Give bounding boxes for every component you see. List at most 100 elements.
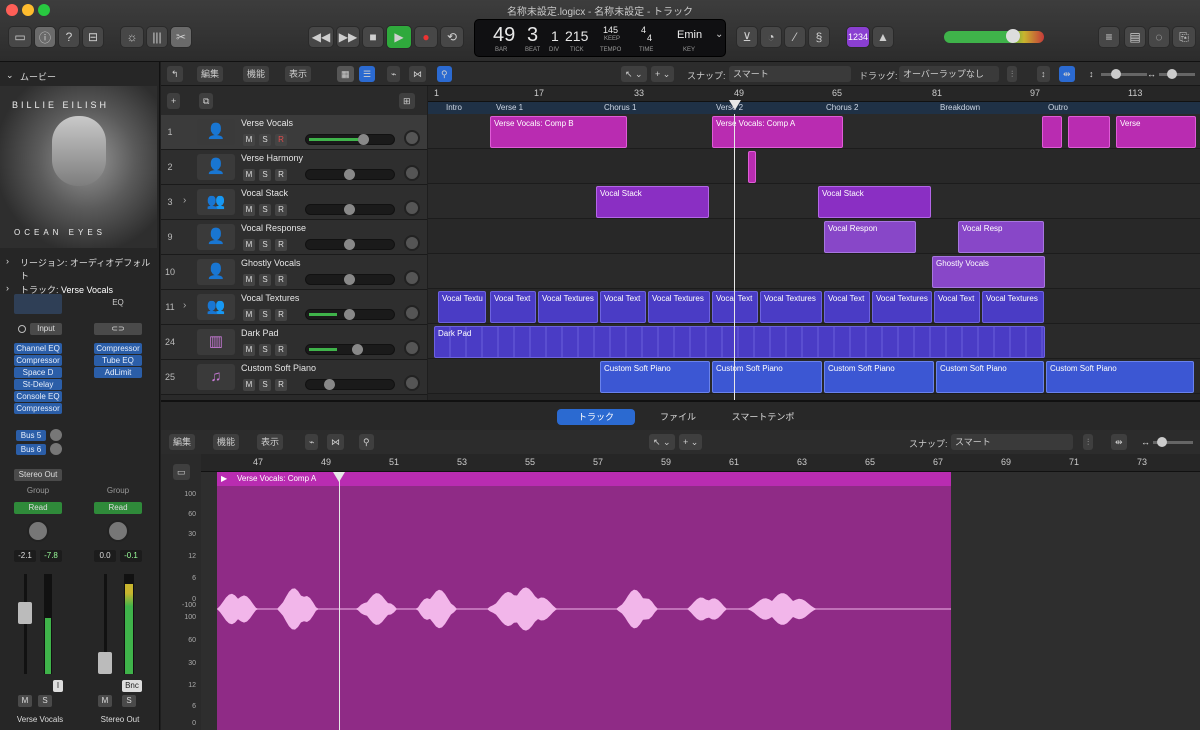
marker[interactable]: Chorus 1 — [604, 103, 636, 112]
back-icon[interactable]: ↰ — [167, 66, 183, 82]
track-icon[interactable]: 👤 — [197, 154, 235, 180]
audio-region[interactable]: Verse Vocals: Comp A — [712, 116, 843, 148]
duplicate-track-icon[interactable]: ⧉ — [199, 93, 214, 109]
track-icon[interactable]: ♫ — [197, 364, 235, 390]
record-enable-button[interactable]: R — [275, 169, 287, 181]
mute-button[interactable]: M — [243, 344, 255, 356]
bounce-button[interactable]: Bnc — [122, 680, 142, 692]
grid-view-icon[interactable]: ▦ — [337, 66, 354, 82]
track-lane[interactable] — [428, 149, 1200, 184]
vertical-zoom-thumb[interactable] — [1111, 69, 1121, 79]
mute-button[interactable]: M — [243, 274, 255, 286]
catch-icon[interactable]: ⚲ — [359, 434, 374, 450]
input-monitor-button[interactable]: I — [53, 680, 63, 692]
audio-region[interactable]: Verse Vocals: Comp B — [490, 116, 627, 148]
audio-region[interactable]: Vocal Text — [824, 291, 870, 323]
tuner-icon[interactable]: ◔ — [760, 26, 782, 48]
count-in-badge[interactable]: 1234 — [846, 26, 870, 48]
plugin-slot[interactable]: Compressor — [14, 355, 62, 366]
pointer-tool-icon[interactable]: ↖ ⌄ — [649, 434, 675, 450]
track-name[interactable]: Vocal Stack — [241, 188, 288, 198]
track-name[interactable]: Custom Soft Piano — [241, 363, 316, 373]
editor-ruler[interactable]: 47 49 51 53 55 57 59 61 63 65 67 69 71 73 — [201, 454, 1200, 472]
solo-button[interactable]: S — [259, 344, 271, 356]
link-icon[interactable]: ⊂⊃ — [94, 323, 142, 335]
audio-region[interactable]: Vocal Textures — [872, 291, 932, 323]
snap-select[interactable]: スマート — [951, 434, 1073, 450]
waveform-zoom-icon[interactable]: ⫶ — [1007, 66, 1018, 82]
track-chevron-icon[interactable]: › — [6, 283, 9, 293]
audio-region[interactable]: Vocal Text — [490, 291, 536, 323]
play-button[interactable]: ▶ — [386, 25, 412, 49]
track-pan-knob[interactable] — [404, 375, 420, 391]
track-icon[interactable]: 👤 — [197, 224, 235, 250]
track-header-row[interactable]: 25 ♫ Custom Soft Piano M S R — [161, 360, 427, 395]
toolbar-icon[interactable]: ⊟ — [82, 26, 104, 48]
input-format-icon[interactable] — [18, 325, 26, 333]
audio-region[interactable]: Vocal Text — [600, 291, 646, 323]
track-volume-thumb[interactable] — [344, 239, 355, 250]
track-name[interactable]: Verse Harmony — [241, 153, 303, 163]
notepad-icon[interactable]: ▤ — [1124, 26, 1146, 48]
automation-mode[interactable]: Read — [94, 502, 142, 514]
chevron-down-icon[interactable]: ⌄ — [715, 29, 723, 40]
track-pan-knob[interactable] — [404, 305, 420, 321]
record-enable-button[interactable]: R — [275, 274, 287, 286]
inspector-icon[interactable]: ⓘ — [34, 26, 56, 48]
solo-button[interactable]: S — [259, 379, 271, 391]
midi-region[interactable]: Dark Pad — [434, 326, 1045, 358]
audio-region[interactable]: Vocal Textures — [538, 291, 598, 323]
automation-icon[interactable]: ⌁ — [305, 434, 319, 450]
forward-icon[interactable]: ▶▶ — [336, 26, 360, 48]
tab-smart-tempo[interactable]: スマートテンポ — [721, 409, 805, 425]
marker[interactable]: Verse 2 — [716, 103, 743, 112]
smart-controls-icon[interactable]: ☼ — [120, 26, 144, 48]
track-volume-thumb[interactable] — [344, 169, 355, 180]
track-volume-thumb[interactable] — [344, 204, 355, 215]
track-header-row[interactable]: 3 › 👥 Vocal Stack M S R — [161, 185, 427, 220]
track-icon[interactable]: ▥ — [197, 329, 235, 355]
send-slot[interactable]: Bus 6 — [16, 444, 46, 455]
plugin-slot[interactable]: AdLimit — [94, 367, 142, 378]
mute-button[interactable]: M — [243, 239, 255, 251]
record-enable-button[interactable]: R — [275, 204, 287, 216]
audio-region[interactable]: Vocal Text — [712, 291, 758, 323]
track-volume-fader[interactable] — [305, 379, 395, 390]
volume-fader-cap[interactable] — [98, 652, 112, 674]
mute-button[interactable]: M — [243, 169, 255, 181]
track-lane[interactable] — [428, 219, 1200, 254]
view-menu[interactable]: 表示 — [257, 434, 284, 450]
track-volume-fader[interactable] — [305, 274, 395, 285]
tab-track[interactable]: トラック — [557, 409, 635, 425]
playhead[interactable] — [734, 114, 735, 400]
audio-region[interactable]: Verse — [1116, 116, 1196, 148]
audio-region[interactable]: Vocal Stack — [596, 186, 709, 218]
volume-fader-track[interactable] — [24, 574, 27, 674]
send-level-knob[interactable] — [50, 429, 62, 441]
pan-knob[interactable] — [107, 520, 129, 542]
crosshair-tool-icon[interactable]: + ⌄ — [651, 66, 675, 82]
track-pan-knob[interactable] — [404, 130, 420, 146]
audio-region[interactable]: Vocal Textu — [438, 291, 486, 323]
plugin-slot[interactable]: Tube EQ — [94, 355, 142, 366]
mute-button[interactable]: M — [18, 695, 32, 707]
track-header-row[interactable]: 9 👤 Vocal Response M S R — [161, 220, 427, 255]
track-volume-thumb[interactable] — [358, 134, 369, 145]
track-pan-knob[interactable] — [404, 200, 420, 216]
track-header-row[interactable]: 11 › 👥 Vocal Textures M S R — [161, 290, 427, 325]
track-icon[interactable]: 👤 — [197, 259, 235, 285]
midi-region[interactable]: Custom Soft Piano — [1046, 361, 1194, 393]
plugin-slot[interactable]: Channel EQ — [14, 343, 62, 354]
vertical-zoom-slider-icon[interactable]: ↕ — [1089, 69, 1094, 79]
help-icon[interactable]: ? — [58, 26, 80, 48]
marker[interactable]: Verse 1 — [496, 103, 523, 112]
eq-label[interactable]: EQ — [94, 298, 142, 307]
solo-button[interactable]: S — [259, 274, 271, 286]
solo-button[interactable]: S — [259, 309, 271, 321]
movie-section-chevron-icon[interactable]: ⌄ — [6, 70, 14, 81]
lcd-display[interactable]: 49 BAR 3 BEAT 1 DIV 215 TICK 145 KEEP TE… — [474, 19, 726, 57]
mute-button[interactable]: M — [243, 134, 255, 146]
pan-knob[interactable] — [27, 520, 49, 542]
audio-region[interactable]: Vocal Stack — [818, 186, 931, 218]
track-lane[interactable] — [428, 254, 1200, 289]
